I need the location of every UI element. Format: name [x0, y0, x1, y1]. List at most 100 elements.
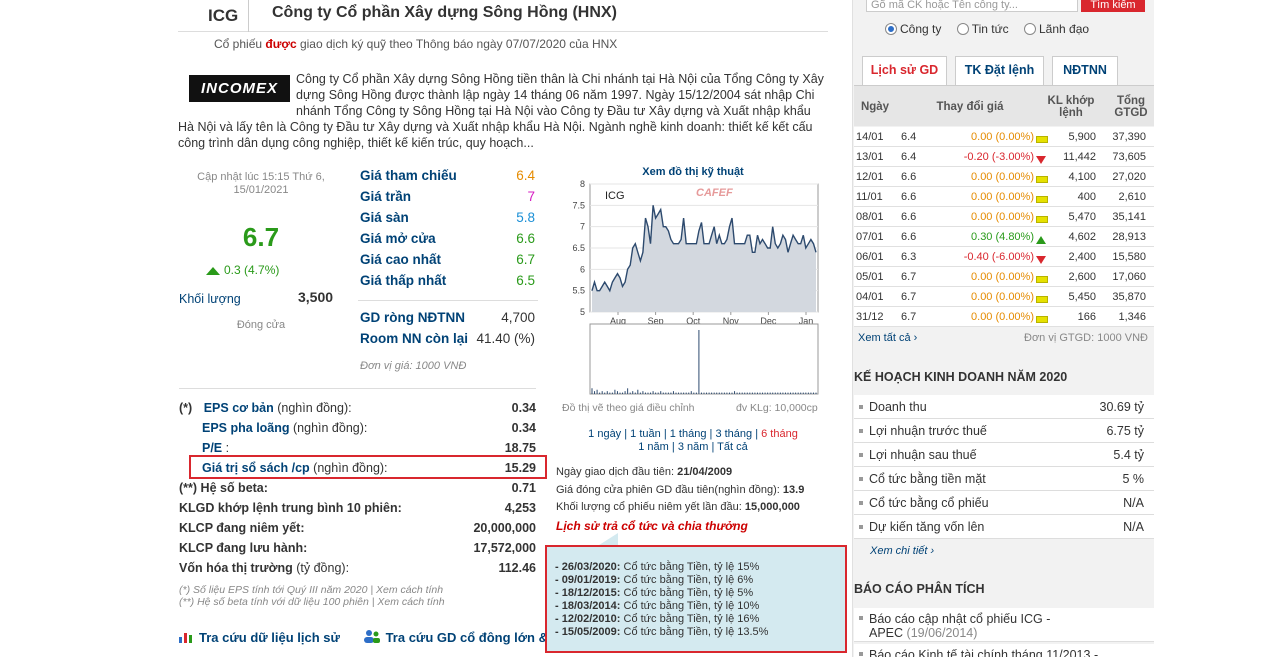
- report-title-text[interactable]: Báo cáo Kinh tế tài chính tháng 11/2013 …: [869, 648, 1098, 657]
- cell-change: 0.00 (0.00%): [971, 191, 1034, 203]
- period-option[interactable]: 1 tháng: [670, 428, 707, 440]
- see-all-link[interactable]: Xem tất cả ›: [858, 332, 917, 344]
- period-option[interactable]: 3 năm: [678, 441, 709, 453]
- tab-trade-history[interactable]: Lịch sử GD: [862, 56, 947, 85]
- financial-row: KLCP đang niêm yết: 20,000,000: [179, 521, 536, 541]
- first-listing-volume: Khối lượng cổ phiếu niêm yết lần đầu: 15…: [556, 501, 800, 513]
- price-label: Giá mở cửa: [360, 231, 436, 246]
- period-option[interactable]: 1 ngày: [588, 428, 621, 440]
- chevron-right-icon: ›: [930, 545, 935, 557]
- tab-foreign[interactable]: NĐTNN: [1052, 56, 1118, 85]
- cell-date: 11/01: [856, 191, 883, 203]
- financial-label: (*) EPS cơ bản (nghìn đồng):: [179, 401, 352, 415]
- y-tick-label: 5.5: [572, 286, 585, 296]
- period-option[interactable]: Tất cả: [717, 441, 748, 453]
- table-row: 06/01 6.3 -0.40 (-6.00%) 2,400 15,580: [854, 247, 1154, 267]
- radio-icon[interactable]: [956, 23, 969, 35]
- financial-suffix: cơ bản: [232, 401, 274, 415]
- notice-prefix: Cổ phiếu: [214, 37, 263, 51]
- first-trade-close-label: Giá đóng cửa phiên GD đầu tiên(nghìn đồn…: [556, 484, 780, 496]
- financial-name: Hệ số beta:: [200, 481, 268, 495]
- price-label: Giá tham chiếu: [360, 168, 457, 183]
- radio-leaders-label: Lãnh đạo: [1038, 22, 1090, 36]
- search-input[interactable]: Gõ mã CK hoặc Tên công ty...: [866, 0, 1078, 12]
- price-change-value: 0.3 (4.7%): [224, 263, 280, 277]
- cell-change: 0.00 (0.00%): [971, 311, 1034, 323]
- cell-date: 07/01: [856, 231, 884, 243]
- report-title-text[interactable]: Báo cáo cập nhật cổ phiếu ICG -: [869, 612, 1050, 626]
- bottom-links: Tra cứu dữ liệu lịch sử Tra cứu GD cổ đô…: [179, 630, 559, 645]
- radio-company[interactable]: Công ty: [885, 22, 941, 36]
- technical-chart-link[interactable]: Xem đồ thị kỹ thuật: [556, 166, 830, 178]
- plan-value: 5.4 tỷ: [1113, 448, 1144, 462]
- financial-name: KLGD khớp lệnh trung bình 10 phiên:: [179, 501, 402, 515]
- period-option[interactable]: 1 năm: [638, 441, 669, 453]
- first-trade-date-value: 21/04/2009: [677, 466, 733, 478]
- price-chart[interactable]: 55.566.577.58CAFEFICGAug Sep Oct Nov Dec Jan: [556, 178, 830, 400]
- header-divider: [248, 0, 249, 32]
- report-item-text[interactable]: Báo cáo cập nhật cổ phiếu ICG - APEC (19/…: [869, 612, 1050, 640]
- first-trade-date-label: Ngày giao dịch đầu tiên:: [556, 466, 675, 478]
- financial-unit: :: [225, 441, 230, 455]
- financial-suffix: pha loãng: [230, 421, 290, 435]
- plan-more-link[interactable]: Xem chi tiết ›: [870, 545, 934, 557]
- history-lookup-link[interactable]: Tra cứu dữ liệu lịch sử: [199, 630, 340, 645]
- report-item[interactable]: Báo cáo cập nhật cổ phiếu ICG - APEC (19/…: [854, 608, 1154, 642]
- radio-icon[interactable]: [1023, 23, 1036, 35]
- report-item[interactable]: Báo cáo Kinh tế tài chính tháng 11/2013 …: [854, 644, 1154, 657]
- financial-unit: (nghìn đồng):: [277, 401, 352, 415]
- financial-label: EPS pha loãng (nghìn đồng):: [179, 421, 367, 435]
- search-button[interactable]: Tìm kiếm: [1081, 0, 1145, 12]
- chart-ticker-label: ICG: [605, 190, 625, 202]
- foreign-room-label: Room NN còn lại: [360, 331, 469, 346]
- cell-price: 6.6: [901, 231, 917, 243]
- cell-date: 05/01: [856, 271, 884, 283]
- cell-change: 0.00 (0.00%): [971, 211, 1034, 223]
- price-label: Giá thấp nhất: [360, 273, 447, 288]
- cell-price: 6.6: [901, 171, 917, 183]
- dividend-history-link[interactable]: Lịch sử trả cổ tức và chia thưởng: [556, 519, 748, 533]
- logo-text: INCOMEX: [200, 80, 278, 97]
- financial-unit: (tỷ đồng):: [296, 561, 350, 575]
- financial-label: Vốn hóa thị trường (tỷ đồng):: [179, 561, 349, 575]
- price-row: Giá tham chiếu 6.4: [360, 168, 535, 189]
- radio-leaders[interactable]: Lãnh đạo: [1023, 22, 1090, 36]
- radio-news[interactable]: Tin tức: [956, 22, 1009, 36]
- market-status: Đóng cửa: [236, 319, 286, 331]
- cell-change: -0.20 (-3.00%): [963, 151, 1034, 163]
- table-row: 12/01 6.6 0.00 (0.00%) 4,100 27,020: [854, 167, 1154, 187]
- col-volume: KL khớp lệnh: [1047, 95, 1095, 119]
- period-option[interactable]: 1 tuần: [630, 428, 661, 440]
- major-shareholder-link[interactable]: Tra cứu GD cổ đông lớn & c: [386, 630, 559, 645]
- see-all-label[interactable]: Xem tất cả: [858, 332, 911, 344]
- financial-label: KLGD khớp lệnh trung bình 10 phiên:: [179, 501, 402, 515]
- financial-value: 20,000,000: [473, 521, 536, 535]
- volume-area: [589, 323, 819, 395]
- period-option[interactable]: 6 tháng: [761, 428, 798, 440]
- report-date: (19/06/2014): [906, 626, 978, 640]
- ticker-symbol: ICG: [208, 6, 239, 25]
- eps-note: (*) Số liệu EPS tính tới Quý III năm 202…: [179, 584, 444, 596]
- first-listing-volume-value: 15,000,000: [744, 501, 800, 513]
- col-value: Tổng GTGD: [1114, 95, 1148, 119]
- cell-date: 31/12: [856, 311, 884, 323]
- financial-value: 112.46: [498, 561, 536, 575]
- cell-price: 6.7: [901, 311, 917, 323]
- table-row: 07/01 6.6 0.30 (4.80%) 4,602 28,913: [854, 227, 1154, 247]
- radio-checked-icon[interactable]: [885, 23, 897, 35]
- plan-value: 6.75 tỷ: [1106, 424, 1144, 438]
- y-tick-label: 6.5: [572, 243, 585, 253]
- table-row: 13/01 6.4 -0.20 (-3.00%) 11,442 73,605: [854, 147, 1154, 167]
- tab-order-stats[interactable]: TK Đặt lệnh: [955, 56, 1044, 85]
- report-source: APEC: [869, 626, 904, 640]
- plan-more-label[interactable]: Xem chi tiết: [870, 545, 927, 557]
- cell-value: 73,605: [1112, 151, 1146, 163]
- cell-price: 6.6: [901, 211, 917, 223]
- cell-value: 17,060: [1112, 271, 1146, 283]
- financial-label: KLCP đang niêm yết:: [179, 521, 304, 535]
- radio-company-label: Công ty: [900, 22, 942, 36]
- first-trade-close: Giá đóng cửa phiên GD đầu tiên(nghìn đồn…: [556, 484, 804, 496]
- period-option[interactable]: 3 tháng: [715, 428, 752, 440]
- chart-note: Đồ thị vẽ theo giá điều chỉnh: [562, 402, 695, 414]
- financial-name: EPS: [203, 401, 229, 415]
